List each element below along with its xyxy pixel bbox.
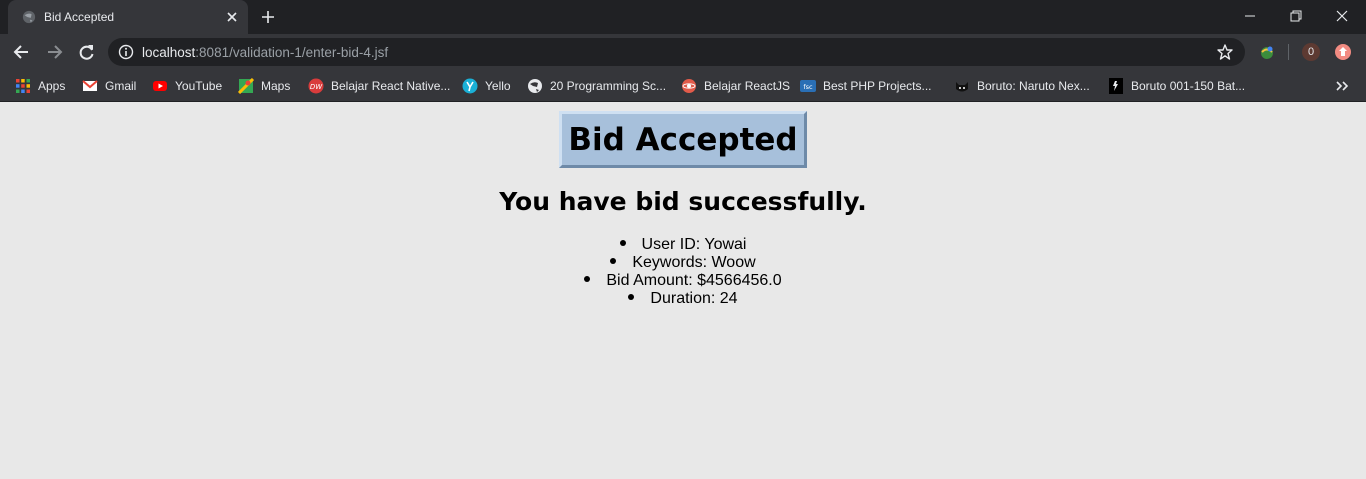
bookmark-label: Boruto: Naruto Nex... [977,79,1090,93]
svg-text:DW: DW [310,83,323,91]
globe-icon [528,79,542,93]
close-icon[interactable] [224,9,240,25]
bullet-icon [610,258,617,265]
list-item-keywords: Keywords: Woow [0,254,1366,272]
double-chevron-right-icon[interactable] [1334,78,1350,94]
bullet-icon [584,276,591,283]
tab-title: Bid Accepted [44,10,115,24]
bookmark-belajar-react-native[interactable]: DW Belajar React Native... [308,76,450,96]
detail-text: Duration: 24 [650,290,738,307]
gmail-icon [82,80,98,91]
bookmark-label: YouTube [175,79,223,93]
minimize-icon[interactable] [1240,6,1260,26]
bookmark-maps[interactable]: Maps [238,76,290,96]
bid-details-list: User ID: Yowai Keywords: Woow Bid Amount… [0,236,1366,308]
bookmark-20-programming[interactable]: 20 Programming Sc... [527,76,666,96]
bookmarks-bar: Apps Gmail YouTube Maps DW Belajar React… [0,70,1366,102]
url-host: localhost [142,45,196,60]
browser-titlebar: Bid Accepted [0,0,1366,34]
url-path: :8081/validation-1/enter-bid-4.jsf [195,45,389,60]
reload-icon[interactable] [77,42,97,62]
bookmark-apps[interactable]: Apps [15,76,65,96]
list-item-duration: Duration: 24 [0,290,1366,308]
extension-shield-icon[interactable] [1334,43,1352,61]
detail-text: Keywords: Woow [632,254,756,271]
bookmark-label: Maps [261,79,291,93]
bookmark-belajar-reactjs[interactable]: Belajar ReactJS [681,76,790,96]
page-title: Bid Accepted [568,121,798,158]
detail-text: Bid Amount: $4566456.0 [606,272,782,289]
globe-icon [22,10,36,24]
bookmark-gmail[interactable]: Gmail [82,76,136,96]
bullet-icon [628,294,635,301]
bookmark-best-php-projects[interactable]: fsc Best PHP Projects... [800,76,932,96]
svg-text:fsc: fsc [803,83,813,91]
maps-icon [238,78,254,94]
new-tab-plus-icon[interactable] [259,8,277,26]
bookmark-label: Belajar ReactJS [704,79,791,93]
dw-icon: DW [308,78,324,94]
php-icon: fsc [800,80,816,92]
browser-toolbar: localhost:8081/validation-1/enter-bid-4.… [0,34,1366,70]
toolbar-separator [1288,44,1289,60]
apps-grid-icon [16,79,30,93]
bookmark-youtube[interactable]: YouTube [152,76,222,96]
yello-icon [462,78,478,94]
bookmark-star-icon[interactable] [1216,43,1234,61]
window-close-icon[interactable] [1332,6,1352,26]
bullet-icon [619,240,626,247]
extension-globe-icon[interactable] [1258,43,1276,61]
bookmark-label: Boruto 001-150 Bat... [1131,79,1246,93]
list-item-user-id: User ID: Yowai [0,236,1366,254]
back-arrow-icon[interactable] [12,42,32,62]
bookmark-boruto-naruto-next[interactable]: Boruto: Naruto Nex... [954,76,1090,96]
youtube-icon [153,81,167,91]
bookmark-label: Apps [38,79,66,93]
page-heading-box: Bid Accepted [559,111,807,168]
url-text[interactable]: localhost:8081/validation-1/enter-bid-4.… [142,45,388,60]
react-logo-icon [682,79,696,93]
bookmark-label: 20 Programming Sc... [550,79,667,93]
tab-bid-accepted[interactable]: Bid Accepted [8,0,248,34]
detail-text: User ID: Yowai [641,236,747,253]
boruto-icon [1109,78,1123,94]
bookmark-boruto-001-150[interactable]: Boruto 001-150 Bat... [1108,76,1245,96]
bookmark-label: Gmail [105,79,137,93]
info-icon[interactable] [118,44,134,60]
success-message: You have bid successfully. [499,187,867,216]
bookmark-yello[interactable]: Yello [462,76,511,96]
bookmark-label: Belajar React Native... [331,79,451,93]
restore-icon[interactable] [1286,6,1306,26]
forward-arrow-icon[interactable] [44,42,64,62]
extension-counter-badge[interactable]: 0 [1302,43,1320,61]
bookmark-label: Yello [485,79,511,93]
address-bar[interactable]: localhost:8081/validation-1/enter-bid-4.… [108,38,1245,66]
list-item-bid-amount: Bid Amount: $4566456.0 [0,272,1366,290]
cat-icon [956,82,968,92]
page-content: Bid Accepted You have bid successfully. … [0,103,1366,479]
bookmark-label: Best PHP Projects... [823,79,932,93]
